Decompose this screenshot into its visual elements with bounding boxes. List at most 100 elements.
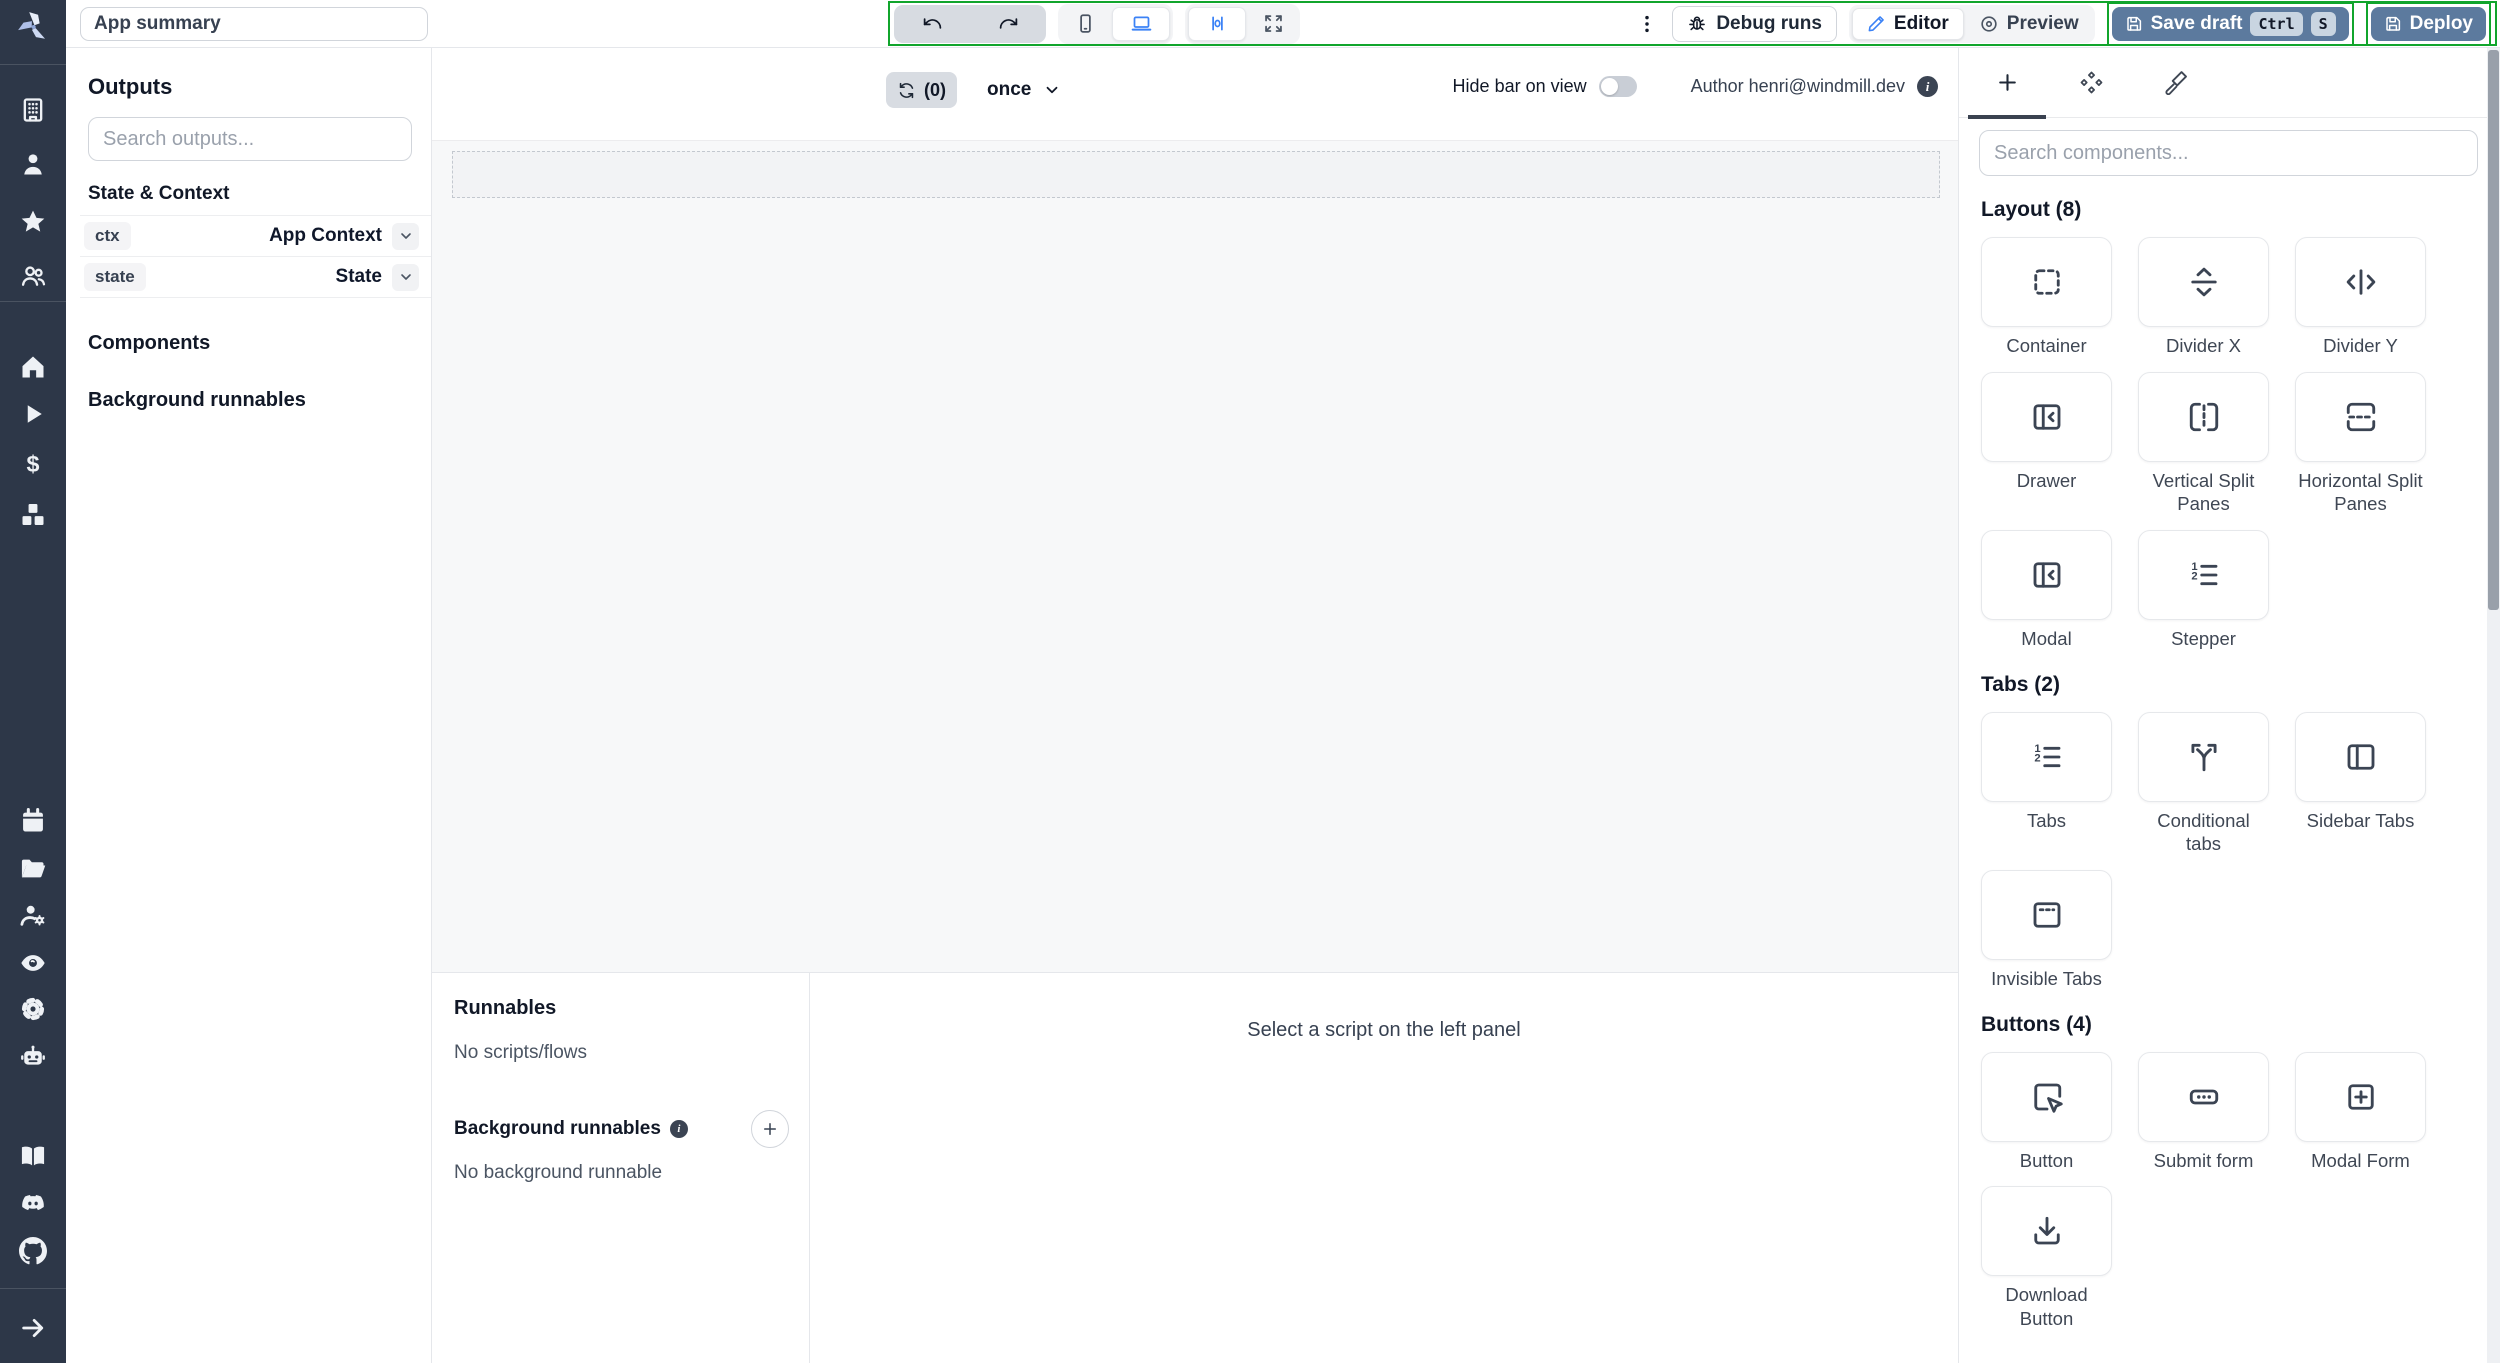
component-item: Modal Form <box>2295 1051 2426 1173</box>
play-icon[interactable] <box>19 400 47 428</box>
empty-drop-zone[interactable] <box>452 151 1940 198</box>
brush-icon <box>2163 70 2188 96</box>
windmill-logo-icon[interactable] <box>14 8 52 46</box>
submit-form-component-card[interactable] <box>2138 1051 2269 1142</box>
component-item: Conditional tabs <box>2138 711 2269 856</box>
author-label: Author henri@windmill.dev <box>1690 76 1905 96</box>
star-icon[interactable] <box>19 208 47 236</box>
scrollbar-thumb[interactable] <box>2488 50 2499 610</box>
search-outputs-input[interactable] <box>88 117 412 161</box>
save-draft-button[interactable]: Save draft Ctrl S <box>2111 6 2349 41</box>
list-ordered-icon: 12 <box>2186 557 2222 593</box>
component-label: Divider X <box>2165 335 2242 356</box>
output-row-state[interactable]: state State <box>80 257 431 298</box>
sidebar-tabs-component-card[interactable] <box>2295 711 2426 802</box>
user-icon[interactable] <box>19 150 47 178</box>
editor-tab-button[interactable]: Editor <box>1851 7 1964 40</box>
download-button-component-card[interactable] <box>1981 1186 2112 1277</box>
tab-component-settings[interactable] <box>2049 48 2133 118</box>
hide-bar-label: Hide bar on view <box>1452 76 1587 96</box>
container-icon <box>2029 264 2065 300</box>
refresh-button[interactable]: (0) <box>886 72 957 108</box>
component-item: 1 2 Stepper <box>2138 530 2269 651</box>
modal-component-card[interactable] <box>1981 530 2112 621</box>
expand-row-button[interactable] <box>392 222 419 250</box>
users-icon[interactable] <box>19 262 47 290</box>
vertical-split-panes-component-card[interactable] <box>2138 371 2269 462</box>
refresh-mode-select[interactable]: once <box>987 79 1061 101</box>
user-cog-icon[interactable] <box>19 901 47 929</box>
home-icon[interactable] <box>19 353 47 381</box>
editor-label: Editor <box>1893 12 1949 34</box>
dollar-icon[interactable]: $ <box>19 451 47 479</box>
calendar-icon[interactable] <box>19 807 47 835</box>
divider-y-component-card[interactable] <box>2295 237 2426 327</box>
preview-tab-button[interactable]: Preview <box>1966 9 2092 39</box>
debug-runs-button[interactable]: Debug runs <box>1672 5 1837 42</box>
maximize-icon <box>1263 13 1284 34</box>
app-canvas[interactable] <box>432 140 1958 972</box>
book-icon[interactable] <box>19 1142 47 1170</box>
eye-icon[interactable] <box>19 949 47 977</box>
undo-button[interactable] <box>894 5 970 43</box>
bot-icon[interactable] <box>19 1043 47 1071</box>
component-label: Button <box>2019 1149 2074 1171</box>
background-runnables-title: Background runnables <box>454 1118 661 1139</box>
horizontal-split-panes-component-card[interactable] <box>2295 371 2426 462</box>
bug-icon <box>1687 14 1707 34</box>
svg-text:$: $ <box>27 451 40 477</box>
info-icon[interactable]: i <box>1917 76 1938 97</box>
component-label: Sidebar Tabs <box>2306 809 2415 831</box>
top-bar: Debug runs Editor Preview Save draft Ctr… <box>66 0 2500 48</box>
discord-icon[interactable] <box>19 1190 47 1218</box>
add-background-runnable-button[interactable] <box>751 1110 789 1148</box>
section-title: Buttons (4) <box>1981 1012 2092 1036</box>
drawer-icon <box>2029 557 2065 593</box>
info-icon[interactable]: i <box>669 1120 688 1138</box>
scrollbar-track[interactable] <box>2487 48 2500 1363</box>
boxes-icon[interactable] <box>19 501 47 529</box>
square-pointer-icon <box>2029 1079 2065 1115</box>
building-icon[interactable] <box>19 96 47 124</box>
redo-button[interactable] <box>970 5 1046 43</box>
output-row-ctx[interactable]: ctx App Context <box>80 216 431 257</box>
refresh-icon <box>897 81 916 100</box>
bottom-panel: Runnables No scripts/flows Background ru… <box>432 972 1958 1363</box>
component-label: Vertical Split Panes <box>2152 469 2255 515</box>
tab-insert-component[interactable] <box>1965 48 2049 119</box>
component-label: Tabs <box>2026 809 2067 831</box>
app-summary-input[interactable] <box>80 7 428 41</box>
save-draft-label: Save draft <box>2150 12 2243 34</box>
desktop-view-button[interactable] <box>1112 6 1170 41</box>
modal-form-component-card[interactable] <box>2295 1051 2426 1142</box>
search-components-input[interactable] <box>1979 130 2478 176</box>
no-scripts-text: No scripts/flows <box>454 1042 588 1063</box>
fullscreen-button[interactable] <box>1249 7 1297 41</box>
container-component-card[interactable] <box>1981 237 2112 327</box>
tabs-component-card[interactable]: 12 <box>1981 711 2112 802</box>
arrow-right-icon[interactable] <box>19 1314 47 1342</box>
folder-icon[interactable] <box>19 855 47 883</box>
button-component-card[interactable] <box>1981 1051 2112 1142</box>
plus-icon <box>1995 70 2020 95</box>
undo-icon <box>922 13 943 34</box>
editor-toolbar: Debug runs Editor Preview Save draft Ctr… <box>888 1 2497 46</box>
tab-styling[interactable] <box>2133 48 2217 118</box>
gear-icon[interactable] <box>19 995 47 1023</box>
mobile-view-button[interactable] <box>1061 7 1109 41</box>
stepper-component-card[interactable]: 12 <box>2138 530 2269 621</box>
divider-x-component-card[interactable] <box>2138 237 2269 327</box>
v-split-icon <box>2186 399 2222 435</box>
kebab-menu-icon <box>1636 13 1658 35</box>
expand-row-button[interactable] <box>392 263 419 291</box>
drawer-component-card[interactable] <box>1981 371 2112 462</box>
deploy-button[interactable]: Deploy <box>2370 6 2486 41</box>
invisible-tabs-component-card[interactable] <box>1981 870 2112 961</box>
component-item: Divider Y <box>2295 237 2426 358</box>
conditional-tabs-component-card[interactable] <box>2138 711 2269 802</box>
more-menu-button[interactable] <box>1634 7 1660 41</box>
component-item: Button <box>1981 1051 2112 1173</box>
github-icon[interactable] <box>19 1237 47 1265</box>
hide-bar-toggle[interactable] <box>1598 76 1637 97</box>
center-canvas-button[interactable] <box>1188 6 1246 41</box>
